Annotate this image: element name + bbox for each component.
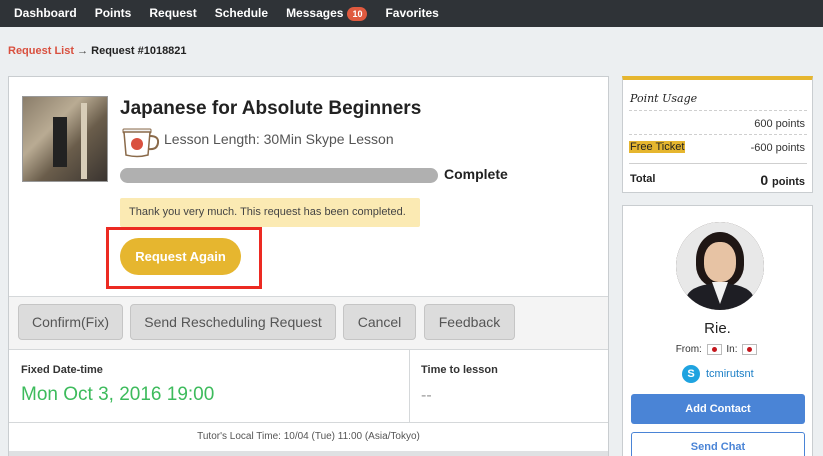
japan-flag-icon [742, 344, 758, 355]
fixed-datetime-label: Fixed Date-time [21, 364, 103, 376]
time-to-lesson-label: Time to lesson [421, 364, 498, 376]
nav-label: Messages [286, 6, 344, 20]
skype-id[interactable]: S tcmirutsnt [682, 365, 754, 383]
nav-schedule[interactable]: Schedule [206, 0, 277, 27]
in-label: In: [726, 344, 738, 356]
nav-dashboard[interactable]: Dashboard [0, 0, 86, 27]
point-usage-card: Point Usage 600 points Free Ticket -600 … [622, 76, 813, 193]
request-panel: Japanese for Absolute Beginners Lesson L… [8, 76, 609, 456]
tutor-location: From: In: [623, 344, 812, 355]
fixed-datetime-value: Mon Oct 3, 2016 19:00 [21, 384, 215, 405]
divider [629, 134, 807, 135]
nav-messages[interactable]: Messages 10 [277, 0, 376, 27]
skype-icon: S [682, 365, 700, 383]
divider [629, 110, 807, 111]
points-amount: 600 points [754, 118, 805, 130]
confirm-fix-button[interactable]: Confirm(Fix) [18, 304, 123, 340]
nav-label: Favorites [385, 6, 439, 20]
nav-label: Request [149, 6, 197, 20]
coffee-cup-icon [122, 128, 160, 158]
lesson-title: Japanese for Absolute Beginners [120, 98, 422, 119]
nav-label: Points [94, 6, 132, 20]
breadcrumb: Request List → Request #1018821 [8, 45, 187, 57]
send-rescheduling-request-button[interactable]: Send Rescheduling Request [130, 304, 336, 340]
add-contact-button[interactable]: Add Contact [631, 394, 805, 424]
top-nav: Dashboard Points Request Schedule Messag… [0, 0, 823, 27]
nav-label: Dashboard [14, 6, 77, 20]
japan-flag-icon [706, 344, 722, 355]
tutor-local-time: Tutor's Local Time: 10/04 (Tue) 11:00 (A… [197, 431, 420, 442]
total-label: Total [630, 173, 656, 185]
skype-id-text: tcmirutsnt [706, 368, 754, 380]
tutor-avatar[interactable] [676, 222, 764, 310]
panel-footer [9, 451, 608, 456]
tutor-name: Rie. [704, 320, 731, 337]
free-ticket-label: Free Ticket [629, 141, 686, 153]
request-again-button[interactable]: Request Again [120, 238, 241, 275]
cancel-button[interactable]: Cancel [343, 304, 416, 340]
total-unit: points [772, 176, 805, 188]
lesson-length: Lesson Length: 30Min Skype Lesson [164, 131, 394, 147]
status-label: Complete [444, 166, 508, 182]
send-chat-button[interactable]: Send Chat [631, 432, 805, 456]
nav-label: Schedule [214, 6, 269, 20]
tutor-card: Rie. From: In: S tcmirutsnt Add Contact … [622, 205, 813, 456]
divider [9, 349, 608, 350]
column-divider [409, 349, 410, 422]
breadcrumb-current: Request #1018821 [91, 45, 187, 57]
nav-request[interactable]: Request [140, 0, 205, 27]
unread-count-badge: 10 [347, 6, 368, 21]
free-ticket-value: -600 points [750, 142, 805, 154]
total-value: 0 points [760, 172, 805, 188]
point-usage-title: Point Usage [630, 92, 698, 105]
completion-notice: Thank you very much. This request has be… [120, 198, 420, 227]
time-to-lesson-value: -- [421, 387, 432, 404]
from-label: From: [675, 344, 702, 356]
action-bar: Confirm(Fix) Send Rescheduling Request C… [9, 297, 608, 349]
request-list-link[interactable]: Request List [8, 45, 74, 57]
lesson-thumbnail [22, 96, 108, 182]
nav-favorites[interactable]: Favorites [376, 0, 447, 27]
nav-points[interactable]: Points [86, 0, 141, 27]
progress-bar [120, 168, 438, 183]
progress-fill [120, 168, 438, 183]
total-number: 0 [760, 172, 769, 188]
feedback-button[interactable]: Feedback [424, 304, 515, 340]
breadcrumb-arrow: → [77, 45, 89, 57]
divider [629, 163, 807, 164]
